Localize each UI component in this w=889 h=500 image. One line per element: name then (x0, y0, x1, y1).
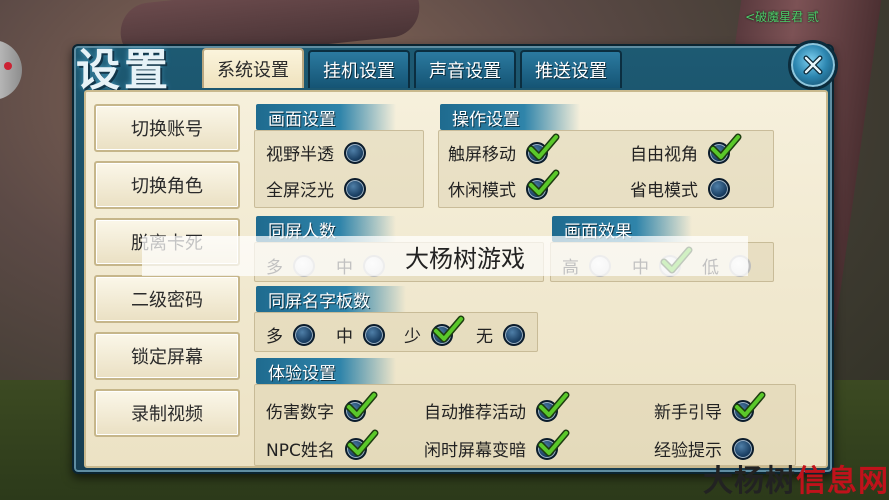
record-video-button[interactable]: 录制视频 (94, 389, 240, 437)
option-label: 伤害数字 (266, 403, 334, 423)
checkmark-icon (733, 391, 766, 418)
option-label: 自动推荐活动 (424, 403, 526, 423)
experience-header: 体验设置 (256, 358, 396, 384)
radio-nameplates-medium[interactable] (363, 323, 385, 346)
option-row: 多 (266, 322, 315, 347)
checkmark-icon (432, 315, 465, 342)
option-label: 无 (476, 327, 493, 347)
option-label: 中 (336, 327, 353, 347)
option-row: 省电模式 (630, 176, 730, 201)
checkmark-icon (537, 391, 570, 418)
option-row: 无 (476, 322, 525, 347)
toggle-casual-mode[interactable] (526, 169, 560, 200)
secondary-password-button[interactable]: 二级密码 (94, 275, 240, 323)
tab-idle-settings[interactable]: 挂机设置 (308, 50, 410, 88)
tab-system-settings[interactable]: 系统设置 (202, 48, 304, 88)
quest-name: <破魔星君 贰 (745, 10, 819, 24)
toggle-touch-move[interactable] (526, 133, 560, 164)
option-label: 少 (404, 327, 421, 347)
option-row: 休闲模式 (448, 169, 560, 201)
toggle-free-camera[interactable] (708, 133, 742, 164)
checkmark-icon (537, 429, 570, 456)
option-label: 闲时屏幕变暗 (424, 441, 526, 461)
corner-watermark: 大杨树信息网 (703, 456, 889, 500)
option-label: 新手引导 (654, 403, 722, 423)
checkmark-icon (346, 429, 379, 456)
option-row: 少 (404, 315, 465, 347)
nameplates-header: 同屏名字板数 (256, 286, 406, 312)
checkmark-icon (709, 133, 742, 160)
option-row: 伤害数字 (266, 391, 378, 423)
left-edge-widget[interactable] (0, 40, 22, 100)
option-row: 新手引导 (654, 391, 766, 423)
option-label: 多 (266, 327, 283, 347)
lock-screen-button[interactable]: 锁定屏幕 (94, 332, 240, 380)
tab-push-settings[interactable]: 推送设置 (520, 50, 622, 88)
option-label: 触屏移动 (448, 145, 516, 165)
notification-dot (4, 62, 12, 70)
option-label: 视野半透 (266, 145, 334, 165)
tab-sound-settings[interactable]: 声音设置 (414, 50, 516, 88)
corner-watermark-red: 信息网 (796, 464, 889, 499)
radio-nameplates-many[interactable] (293, 323, 315, 346)
toggle-npc-names[interactable] (344, 429, 379, 460)
option-row: NPC姓名 (266, 429, 379, 461)
checkmark-icon (345, 391, 378, 418)
option-label: 休闲模式 (448, 181, 516, 201)
option-row: 中 (336, 322, 385, 347)
option-label: 全屏泛光 (266, 181, 334, 201)
option-row: 自由视角 (630, 133, 742, 165)
control-settings-header: 操作设置 (440, 104, 580, 130)
option-row: 全屏泛光 (266, 176, 366, 201)
option-row: 触屏移动 (448, 133, 560, 165)
switch-character-button[interactable]: 切换角色 (94, 161, 240, 209)
radio-nameplates-few[interactable] (431, 315, 465, 346)
checkmark-icon (527, 169, 560, 196)
toggle-power-saving[interactable] (708, 177, 730, 200)
toggle-idle-dim[interactable] (536, 429, 570, 460)
option-label: 省电模式 (630, 181, 698, 201)
watermark-text: 大杨树游戏 (405, 244, 525, 273)
toggle-fullscreen-bloom[interactable] (344, 177, 366, 200)
panel-title: 设置 (76, 45, 172, 96)
quest-tracker[interactable]: <破魔星君 贰 (745, 10, 819, 24)
radio-nameplates-none[interactable] (503, 323, 525, 346)
option-label: NPC姓名 (266, 441, 335, 461)
toggle-damage-numbers[interactable] (344, 391, 378, 422)
toggle-tutorial[interactable] (732, 391, 766, 422)
corner-watermark-black: 大杨树 (703, 464, 796, 499)
display-settings-header: 画面设置 (256, 104, 396, 130)
close-icon (803, 55, 823, 75)
watermark-band: 大杨树游戏 (142, 236, 748, 276)
toggle-view-transparent[interactable] (344, 141, 366, 164)
toggle-auto-recommend[interactable] (536, 391, 570, 422)
switch-account-button[interactable]: 切换账号 (94, 104, 240, 152)
settings-tabs: 系统设置 挂机设置 声音设置 推送设置 (202, 48, 622, 88)
option-row: 闲时屏幕变暗 (424, 429, 570, 461)
option-row: 视野半透 (266, 140, 366, 165)
option-row: 自动推荐活动 (424, 391, 570, 423)
option-label: 自由视角 (630, 145, 698, 165)
checkmark-icon (527, 133, 560, 160)
close-button[interactable] (788, 40, 838, 90)
